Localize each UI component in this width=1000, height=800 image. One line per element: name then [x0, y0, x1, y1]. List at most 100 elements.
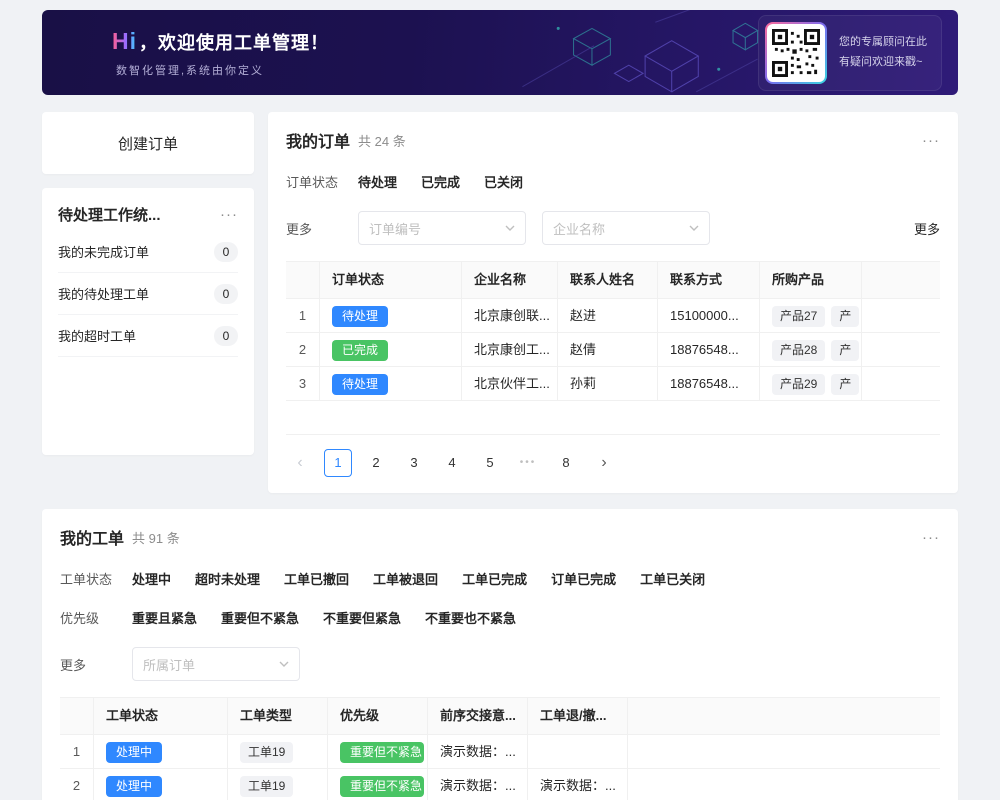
tickets-priority-label: 优先级: [60, 608, 132, 627]
col-handover-note: 前序交接意...: [428, 698, 528, 734]
more-icon[interactable]: ···: [220, 207, 238, 222]
contact-cell: 赵倩: [558, 333, 658, 366]
col-index: [286, 262, 320, 298]
pagination-page-5[interactable]: 5: [476, 449, 504, 477]
product-tag: 产: [831, 340, 859, 361]
col-withdraw-note: 工单退/撤...: [528, 698, 628, 734]
content-row: 创建订单 待处理工作统... ··· 我的未完成订单 0 我的待处理工单 0: [42, 112, 958, 493]
advisor-text: 您的专属顾问在此 有疑问欢迎来戳~: [839, 33, 927, 73]
parent-order-placeholder: 所属订单: [143, 655, 195, 674]
orders-table-header: 订单状态 企业名称 联系人姓名 联系方式 所购产品: [286, 262, 940, 299]
products-cell: 产品27产: [760, 299, 862, 332]
status-option-closed[interactable]: 已关闭: [484, 172, 523, 191]
empty-cell: [862, 333, 940, 366]
pagination-page-8[interactable]: 8: [552, 449, 580, 477]
product-tag: 产: [831, 306, 859, 327]
tickets-priority-options: 重要且紧急 重要但不紧急 不重要但紧急 不重要也不紧急: [132, 608, 516, 627]
stat-count-badge: 0: [214, 284, 238, 304]
banner-subtitle: 数智化管理,系统由你定义: [116, 62, 329, 78]
status-badge: 处理中: [106, 776, 162, 797]
status-option-withdrawn[interactable]: 工单已撤回: [284, 569, 349, 588]
tickets-more-label: 更多: [60, 655, 132, 674]
col-company: 企业名称: [462, 262, 558, 298]
orders-status-options: 待处理 已完成 已关闭: [358, 172, 523, 191]
page: Hi，欢迎使用工单管理！ 数智化管理,系统由你定义: [0, 0, 1000, 800]
priority-badge: 重要但不紧急: [340, 742, 424, 763]
order-row-3[interactable]: 3 待处理 北京伙伴工... 孙莉 18876548... 产品29产: [286, 367, 940, 401]
company-cell: 北京伙伴工...: [462, 367, 558, 400]
chevron-down-icon: [505, 225, 515, 231]
pagination-next-icon[interactable]: ›: [590, 449, 618, 477]
col-empty: [862, 262, 940, 298]
status-option-order-done[interactable]: 订单已完成: [551, 569, 616, 588]
orders-more-link[interactable]: 更多: [914, 219, 940, 238]
status-option-done[interactable]: 已完成: [421, 172, 460, 191]
orders-panel-header: 我的订单 共 24 条 ···: [286, 128, 940, 152]
stat-row-pending-tickets[interactable]: 我的待处理工单 0: [58, 273, 238, 315]
status-option-pending[interactable]: 待处理: [358, 172, 397, 191]
create-order-button[interactable]: 创建订单: [42, 112, 254, 174]
status-badge: 处理中: [106, 742, 162, 763]
handover-cell: 演示数据：...: [428, 735, 528, 768]
more-icon[interactable]: ···: [922, 530, 940, 545]
col-contact-phone: 联系方式: [658, 262, 760, 298]
order-number-placeholder: 订单编号: [369, 219, 421, 238]
tickets-table: 工单状态 工单类型 优先级 前序交接意... 工单退/撤... 1 处理中 工单…: [60, 697, 940, 800]
orders-count: 共 24 条: [358, 131, 406, 150]
orders-table: 订单状态 企业名称 联系人姓名 联系方式 所购产品 1 待处理 北京康创联...…: [286, 261, 940, 435]
status-option-ticket-done[interactable]: 工单已完成: [462, 569, 527, 588]
tickets-status-label: 工单状态: [60, 569, 132, 588]
col-priority: 优先级: [328, 698, 428, 734]
company-name-select[interactable]: 企业名称: [542, 211, 710, 245]
tickets-table-header: 工单状态 工单类型 优先级 前序交接意... 工单退/撤...: [60, 698, 940, 735]
order-row-2[interactable]: 2 已完成 北京康创工... 赵倩 18876548... 产品28产: [286, 333, 940, 367]
priority-option-not-important-not-urgent[interactable]: 不重要也不紧急: [425, 608, 516, 627]
banner-greeting: ，欢迎使用工单管理！: [139, 33, 329, 53]
stats-list: 我的未完成订单 0 我的待处理工单 0 我的超时工单 0: [58, 231, 238, 357]
pagination-prev-icon[interactable]: ‹: [286, 449, 314, 477]
priority-option-important-urgent[interactable]: 重要且紧急: [132, 608, 197, 627]
stat-row-overtime-tickets[interactable]: 我的超时工单 0: [58, 315, 238, 357]
product-tag: 产: [831, 374, 859, 395]
status-option-closed[interactable]: 工单已关闭: [640, 569, 705, 588]
priority-badge: 重要但不紧急: [340, 776, 424, 797]
stat-label: 我的超时工单: [58, 326, 136, 345]
products-cell: 产品29产: [760, 367, 862, 400]
stat-row-unfinished-orders[interactable]: 我的未完成订单 0: [58, 231, 238, 273]
stat-count-badge: 0: [214, 326, 238, 346]
more-icon[interactable]: ···: [922, 133, 940, 148]
row-index: 2: [286, 333, 320, 366]
my-orders-panel: 我的订单 共 24 条 ··· 订单状态 待处理 已完成 已关闭 更多 订单编号: [268, 112, 958, 493]
orders-more-label: 更多: [286, 219, 358, 238]
status-option-overtime[interactable]: 超时未处理: [195, 569, 260, 588]
priority-option-not-important-urgent[interactable]: 不重要但紧急: [323, 608, 401, 627]
ticket-row-1[interactable]: 1 处理中 工单19 重要但不紧急 演示数据：...: [60, 735, 940, 769]
ticket-row-2[interactable]: 2 处理中 工单19 重要但不紧急 演示数据：... 演示数据：...: [60, 769, 940, 800]
status-option-processing[interactable]: 处理中: [132, 569, 171, 588]
pagination-page-1[interactable]: 1: [324, 449, 352, 477]
pagination-ellipsis-icon[interactable]: •••: [514, 449, 542, 477]
contact-cell: 孙莉: [558, 367, 658, 400]
priority-option-important-not-urgent[interactable]: 重要但不紧急: [221, 608, 299, 627]
stat-label: 我的未完成订单: [58, 242, 149, 261]
order-number-select[interactable]: 订单编号: [358, 211, 526, 245]
col-ticket-status: 工单状态: [94, 698, 228, 734]
pagination-page-4[interactable]: 4: [438, 449, 466, 477]
qr-code: [767, 24, 825, 82]
col-products: 所购产品: [760, 262, 862, 298]
row-index: 1: [60, 735, 94, 768]
row-index: 2: [60, 769, 94, 800]
orders-status-label: 订单状态: [286, 172, 358, 191]
product-tag: 产品28: [772, 340, 825, 361]
col-ticket-type: 工单类型: [228, 698, 328, 734]
table-empty-space: [286, 401, 940, 435]
handover-cell: 演示数据：...: [428, 769, 528, 800]
pagination-page-2[interactable]: 2: [362, 449, 390, 477]
qr-code-frame: [765, 22, 827, 84]
order-row-1[interactable]: 1 待处理 北京康创联... 赵进 15100000... 产品27产: [286, 299, 940, 333]
pagination-page-3[interactable]: 3: [400, 449, 428, 477]
parent-order-select[interactable]: 所属订单: [132, 647, 300, 681]
ticket-type-tag: 工单19: [240, 742, 293, 763]
status-option-returned[interactable]: 工单被退回: [373, 569, 438, 588]
pending-work-stats-card: 待处理工作统... ··· 我的未完成订单 0 我的待处理工单 0 我的超时工单…: [42, 188, 254, 455]
